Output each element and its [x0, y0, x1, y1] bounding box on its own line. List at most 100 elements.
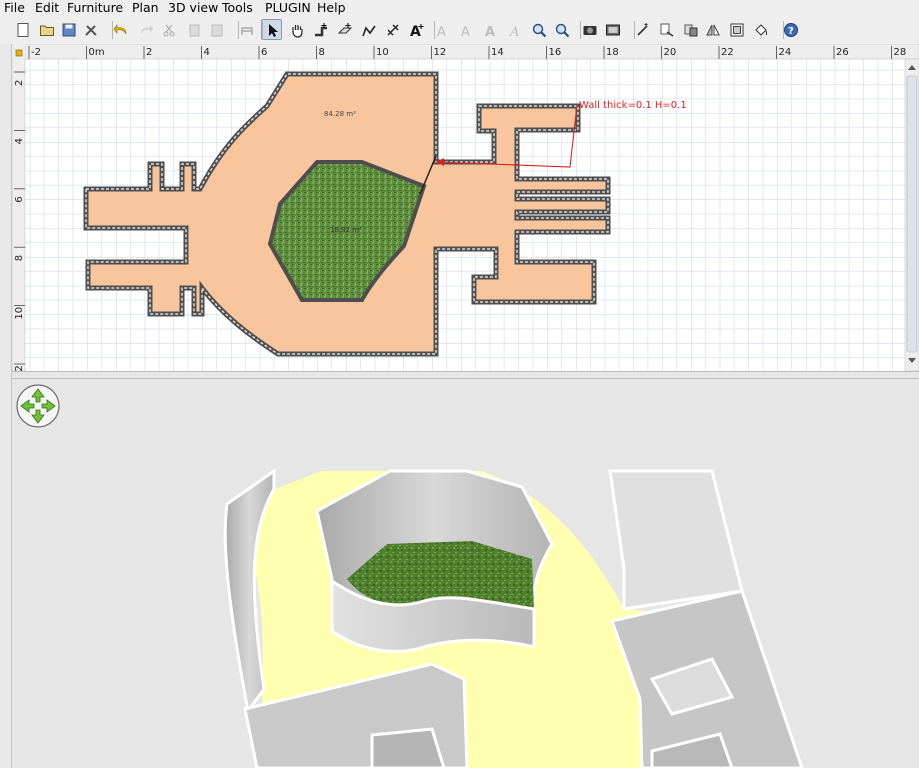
navigation-arrows-icon[interactable] — [16, 384, 60, 428]
paste-clipboard-icon — [211, 24, 222, 36]
ruler-x-label: 14 — [491, 47, 504, 58]
zoom-out-button[interactable] — [551, 19, 572, 40]
create-photo-button[interactable] — [579, 19, 600, 40]
toolbar-separator — [634, 21, 635, 39]
wall-tooltip-label: Wall thick=0.1 H=0.1 — [579, 100, 687, 111]
ruler-x-label: 22 — [721, 47, 734, 58]
plugin-4-button[interactable] — [702, 19, 723, 40]
plugin-1-button[interactable] — [632, 19, 653, 40]
cut-button[interactable] — [158, 19, 179, 40]
3d-wall-front-inner — [370, 727, 446, 768]
zoom-in-button[interactable] — [528, 19, 549, 40]
ruler-x-label: 18 — [606, 47, 619, 58]
ruler-y-label: 6 — [14, 196, 25, 202]
redo-arrow-icon — [140, 24, 153, 34]
plugin-paint-icon — [754, 23, 767, 36]
plan-canvas[interactable]: Wall thick=0.1 H=0.1 84.28 m² 18.82 m² -… — [12, 44, 919, 371]
menu-help[interactable]: Help — [317, 0, 346, 16]
create-video-button[interactable] — [602, 19, 623, 40]
create-dimensions-button[interactable] — [382, 19, 403, 40]
copy-icon — [189, 24, 199, 36]
text-style-icon: A — [437, 25, 446, 38]
3d-canvas[interactable] — [12, 379, 919, 768]
menu-plan[interactable]: Plan — [132, 0, 159, 16]
text-bold-icon: A — [485, 25, 495, 38]
menu-tools[interactable]: Tools — [222, 0, 253, 16]
ruler-x-label: 16 — [549, 47, 562, 58]
ruler-x-label: 10 — [376, 47, 389, 58]
new-home-button[interactable] — [12, 19, 33, 40]
ruler-x-label: 4 — [204, 47, 210, 58]
room-garden-area-label: 18.82 m² — [330, 226, 362, 234]
redo-button[interactable] — [135, 19, 156, 40]
create-polylines-icon — [361, 25, 376, 36]
create-rooms-button[interactable] — [334, 19, 355, 40]
ruler-x-label: 0m — [89, 47, 105, 58]
add-text-button[interactable]: A — [406, 19, 427, 40]
ruler-x-label: -2 — [31, 47, 41, 58]
select-mode-button[interactable] — [261, 19, 282, 40]
undo-button[interactable] — [110, 19, 131, 40]
toolbar-separator — [238, 21, 239, 39]
toolbar: A A A A A? — [0, 16, 919, 45]
ruler-y-label: 2 — [14, 80, 25, 86]
plugin-export-icon — [660, 23, 673, 37]
menu-file[interactable]: File — [4, 0, 25, 16]
camera-icon — [583, 25, 596, 35]
save-disk-icon — [62, 23, 75, 36]
split-pane-divider[interactable] — [12, 371, 919, 379]
save-button[interactable] — [58, 19, 79, 40]
menu-furniture[interactable]: Furniture — [67, 0, 123, 16]
plugin-3-button[interactable] — [680, 19, 701, 40]
ruler-x-label: 24 — [779, 47, 792, 58]
create-dimensions-icon — [387, 24, 398, 35]
video-icon — [605, 24, 620, 35]
undo-arrow-icon — [113, 23, 126, 34]
svg-text:A: A — [437, 25, 446, 38]
plan-view[interactable]: Wall thick=0.1 H=0.1 84.28 m² 18.82 m² -… — [12, 44, 919, 371]
paste-button[interactable] — [206, 19, 227, 40]
create-walls-button[interactable] — [310, 19, 331, 40]
menu-bar: File Edit Furniture Plan 3D view Tools P… — [0, 0, 919, 16]
arrow-cursor-icon — [268, 23, 278, 37]
preferences-button[interactable] — [80, 19, 101, 40]
ruler-x-label: 2 — [146, 47, 152, 58]
scissors-icon — [163, 24, 174, 36]
preferences-tools-icon — [84, 24, 97, 36]
text-style-1-button[interactable]: A — [432, 19, 453, 40]
ruler-x-label: 8 — [319, 47, 325, 58]
create-polylines-button[interactable] — [358, 19, 379, 40]
menu-plugin[interactable]: PLUGIN — [265, 0, 311, 16]
plugin-5-button[interactable] — [726, 19, 747, 40]
svg-text:A: A — [461, 25, 470, 38]
add-furniture-button[interactable] — [236, 19, 257, 40]
zoom-out-icon — [555, 23, 569, 37]
open-button[interactable] — [36, 19, 57, 40]
copy-button[interactable] — [183, 19, 204, 40]
plan-scroll-thumb[interactable] — [906, 75, 918, 353]
ruler-x-label: 6 — [261, 47, 267, 58]
toolbar-separator — [783, 21, 784, 39]
menu-edit[interactable]: Edit — [35, 0, 59, 16]
ruler-y-label: 8 — [14, 255, 25, 261]
plugin-2-button[interactable] — [656, 19, 677, 40]
text-bold-button[interactable]: A — [480, 19, 501, 40]
room-large-area-label: 84.28 m² — [324, 110, 356, 118]
text-italic-button[interactable]: A — [504, 19, 525, 40]
pan-mode-button[interactable] — [286, 19, 307, 40]
lock-icon[interactable] — [15, 49, 23, 57]
plugin-mirror-icon — [705, 24, 720, 35]
plugin-wand-icon — [636, 22, 648, 36]
text-style-2-button[interactable]: A — [456, 19, 477, 40]
create-walls-icon — [314, 22, 327, 36]
3d-view[interactable] — [12, 379, 919, 768]
plugin-frame-icon — [730, 23, 743, 36]
hand-icon — [291, 24, 303, 38]
add-text-icon: A — [410, 23, 423, 38]
menu-3d-view[interactable]: 3D view — [168, 0, 218, 16]
toolbar-separator — [112, 21, 113, 39]
toolbar-separator — [262, 21, 263, 39]
open-folder-icon — [39, 25, 54, 36]
ruler-y-label: 4 — [14, 138, 25, 144]
plugin-6-button[interactable] — [750, 19, 771, 40]
